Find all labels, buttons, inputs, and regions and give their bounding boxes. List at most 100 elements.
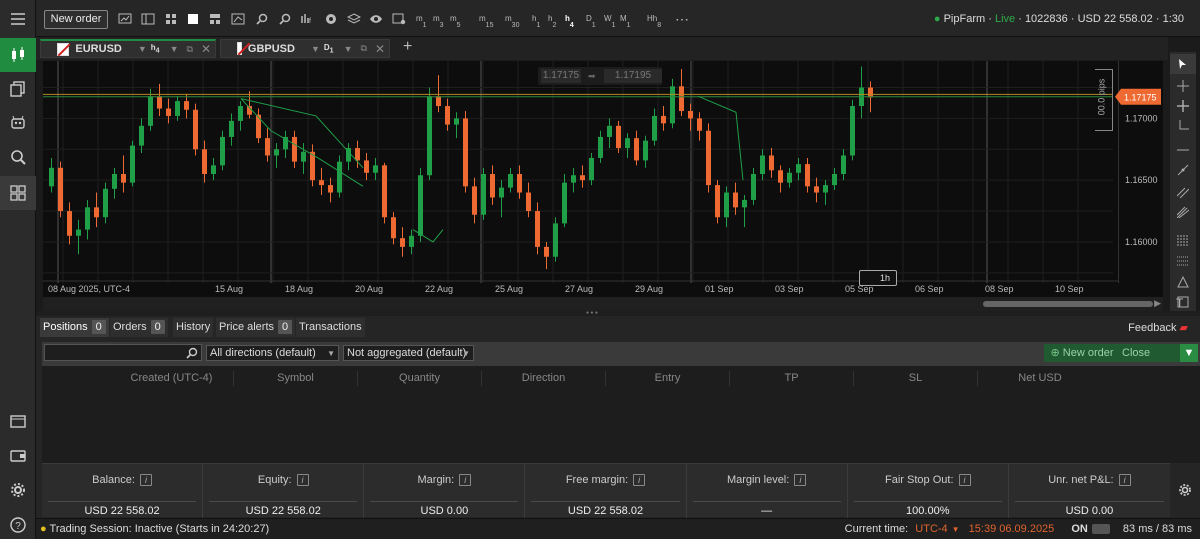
column-header[interactable]: TP: [730, 371, 854, 386]
info-icon[interactable]: i: [139, 474, 152, 486]
chart-settings-icon[interactable]: [390, 10, 408, 28]
candle[interactable]: [319, 167, 324, 195]
timezone-select[interactable]: UTC-4: [915, 523, 947, 535]
split-view-icon[interactable]: [206, 10, 224, 28]
feedback-button[interactable]: Feedback ▰: [1128, 319, 1188, 338]
menu-icon[interactable]: [0, 2, 36, 36]
dropdown-icon[interactable]: ▼: [311, 44, 320, 54]
candle[interactable]: [112, 167, 117, 199]
tab-transactions[interactable]: Transactions: [296, 318, 365, 337]
candle[interactable]: [760, 149, 765, 181]
column-header[interactable]: SL: [854, 371, 978, 386]
tab-orders[interactable]: Orders 0: [110, 318, 168, 337]
quote-box[interactable]: 1.17175 ➡ 1.17195: [538, 67, 662, 85]
eye-icon[interactable]: [367, 10, 385, 28]
candle[interactable]: [238, 101, 243, 131]
candle[interactable]: [337, 155, 342, 198]
fibonacci-icon[interactable]: [1170, 230, 1196, 250]
chart-tab-gbpusd[interactable]: GBPUSD ▼ D1 ▼ ⧉ ✕: [220, 39, 390, 58]
timeframe-m15[interactable]: m15: [479, 11, 493, 31]
candle[interactable]: [283, 130, 288, 158]
candle[interactable]: [562, 174, 567, 228]
candle[interactable]: [256, 108, 261, 144]
direction-select[interactable]: All directions (default) ▼: [206, 345, 339, 361]
channel-icon[interactable]: [1170, 182, 1196, 202]
candle[interactable]: [310, 144, 315, 187]
multi-chart-icon[interactable]: [162, 10, 180, 28]
chevron-down-icon[interactable]: ▼: [952, 525, 960, 534]
candle[interactable]: [49, 157, 54, 193]
timeframe-h4[interactable]: h4: [565, 11, 574, 31]
ask-price[interactable]: 1.17195: [604, 69, 662, 83]
cursor-icon[interactable]: [1170, 54, 1196, 74]
timeframe-m3[interactable]: m3: [433, 11, 444, 31]
close-disabled-button[interactable]: Close (Disabled)▼: [1118, 344, 1198, 377]
zoom-in-icon[interactable]: [253, 10, 271, 28]
new-order-panel-button[interactable]: ⊕ New order: [1044, 344, 1120, 362]
measure-icon[interactable]: [1170, 116, 1196, 136]
candle[interactable]: [184, 93, 189, 119]
candle[interactable]: [220, 130, 225, 171]
horizontal-line-icon[interactable]: [1170, 140, 1196, 160]
trade-icon[interactable]: [0, 38, 36, 72]
candle[interactable]: [787, 167, 792, 188]
tab-positions[interactable]: Positions 0: [40, 318, 109, 337]
more-icon[interactable]: ⋯: [674, 10, 690, 28]
crosshair-plus-icon[interactable]: [1170, 96, 1196, 116]
interval-tooltip[interactable]: 1h: [859, 270, 897, 286]
column-header[interactable]: Created (UTC-4): [110, 371, 234, 386]
candle[interactable]: [472, 177, 477, 224]
candle[interactable]: [643, 135, 648, 168]
candle[interactable]: [247, 91, 252, 119]
candle[interactable]: [175, 96, 180, 121]
info-icon[interactable]: i: [958, 474, 971, 486]
candle[interactable]: [571, 167, 576, 193]
indicators-fx-icon[interactable]: f: [298, 10, 316, 28]
tf-dropdown-icon[interactable]: ▼: [344, 44, 353, 54]
candle[interactable]: [427, 87, 432, 181]
detach-icon[interactable]: ⧉: [187, 44, 193, 55]
timeframe-Hh8[interactable]: Hh8: [647, 11, 661, 31]
candle[interactable]: [58, 161, 63, 218]
candle[interactable]: [526, 182, 531, 218]
crosshair-icon[interactable]: [1170, 76, 1196, 96]
candle[interactable]: [67, 202, 72, 245]
candle[interactable]: [436, 75, 441, 113]
candle[interactable]: [139, 118, 144, 153]
column-header[interactable]: Direction: [482, 371, 606, 386]
candle[interactable]: [679, 69, 684, 116]
candle[interactable]: [508, 167, 513, 193]
candle[interactable]: [715, 180, 720, 224]
candle[interactable]: [796, 157, 801, 181]
tab-price-alerts[interactable]: Price alerts 0: [216, 318, 296, 337]
timeframe-m5[interactable]: m5: [450, 11, 461, 31]
indicator-icon[interactable]: [229, 10, 247, 28]
tab-timeframe[interactable]: D1: [324, 43, 334, 55]
candle[interactable]: [616, 120, 621, 153]
single-chart-icon[interactable]: [139, 10, 157, 28]
candle[interactable]: [391, 212, 396, 245]
candle[interactable]: [670, 78, 675, 129]
candle[interactable]: [76, 219, 81, 255]
add-tab-icon[interactable]: +: [403, 38, 412, 56]
candle[interactable]: [625, 133, 630, 158]
candle[interactable]: [580, 165, 585, 188]
triangle-icon[interactable]: [1170, 272, 1196, 292]
candle[interactable]: [481, 167, 486, 220]
copy-icon[interactable]: [0, 72, 36, 106]
price-chart[interactable]: 1.17000 1.16500 1.16000 1.17175 08 Aug 2025,…: [43, 61, 1163, 297]
timeframe-m30[interactable]: m30: [505, 11, 519, 31]
candle[interactable]: [805, 157, 810, 193]
candle[interactable]: [598, 130, 603, 163]
timeframe-D1[interactable]: D1: [586, 11, 596, 31]
column-header[interactable]: Quantity: [358, 371, 482, 386]
chart-mode-icon[interactable]: [116, 10, 134, 28]
candle[interactable]: [130, 140, 135, 187]
layout-icon[interactable]: [0, 176, 36, 210]
timeframe-m1[interactable]: m1: [416, 11, 427, 31]
candle[interactable]: [346, 143, 351, 171]
search-input[interactable]: [44, 344, 202, 361]
close-icon[interactable]: ✕: [375, 42, 385, 56]
candle[interactable]: [454, 112, 459, 139]
column-header[interactable]: Symbol: [234, 371, 358, 386]
